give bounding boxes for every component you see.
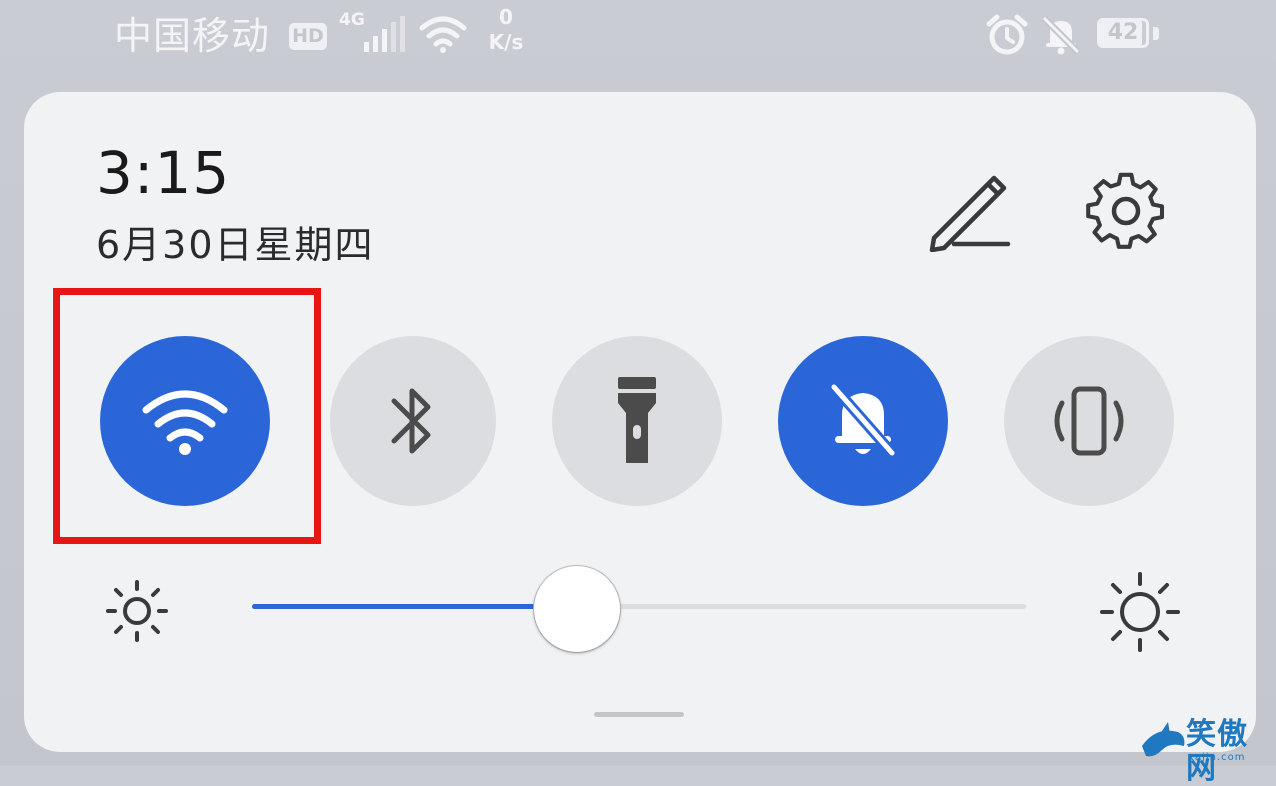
battery-icon: 42 — [1097, 18, 1159, 52]
battery-level: 42 — [1107, 20, 1139, 45]
mute-toggle[interactable] — [778, 336, 948, 506]
sun-small-icon — [106, 580, 168, 642]
battery-tip — [1153, 27, 1159, 40]
sun-large-icon — [1100, 572, 1180, 652]
highlight-box — [53, 288, 321, 544]
hd-badge: HD — [289, 23, 327, 50]
settings-button[interactable] — [1082, 166, 1172, 252]
auto-rotate-toggle[interactable] — [1004, 336, 1174, 506]
network-speed: 0 K/s — [486, 6, 526, 56]
watermark-logo-icon — [1142, 722, 1185, 757]
speed-unit: K/s — [488, 30, 524, 54]
watermark-sub: xajjn.com — [1188, 752, 1246, 763]
panel-clock: 3:15 — [96, 139, 231, 207]
status-bar: 中国移动 HD 4G 0 K/s 42 — [0, 0, 1276, 80]
bluetooth-icon — [391, 388, 431, 454]
edit-icon — [929, 175, 1011, 253]
carrier-name: 中国移动 — [114, 14, 271, 58]
panel-date: 6月30日星期四 — [96, 223, 375, 267]
drag-handle[interactable] — [594, 712, 684, 717]
edit-button[interactable] — [920, 166, 1016, 253]
alarm-icon — [986, 14, 1028, 55]
bluetooth-toggle[interactable] — [330, 336, 496, 506]
mute-icon — [1041, 15, 1081, 55]
wifi-icon — [419, 16, 467, 53]
speed-value: 0 — [499, 5, 513, 29]
settings-icon — [1086, 172, 1165, 249]
signal-icon — [364, 16, 405, 52]
flashlight-icon — [618, 377, 656, 463]
brightness-slider[interactable] — [252, 604, 1026, 609]
bell-off-icon — [829, 383, 897, 457]
brightness-slider-thumb[interactable] — [534, 566, 621, 652]
auto-rotate-icon — [1054, 386, 1124, 456]
brightness-slider-fill — [252, 604, 578, 609]
flashlight-toggle[interactable] — [552, 336, 722, 506]
